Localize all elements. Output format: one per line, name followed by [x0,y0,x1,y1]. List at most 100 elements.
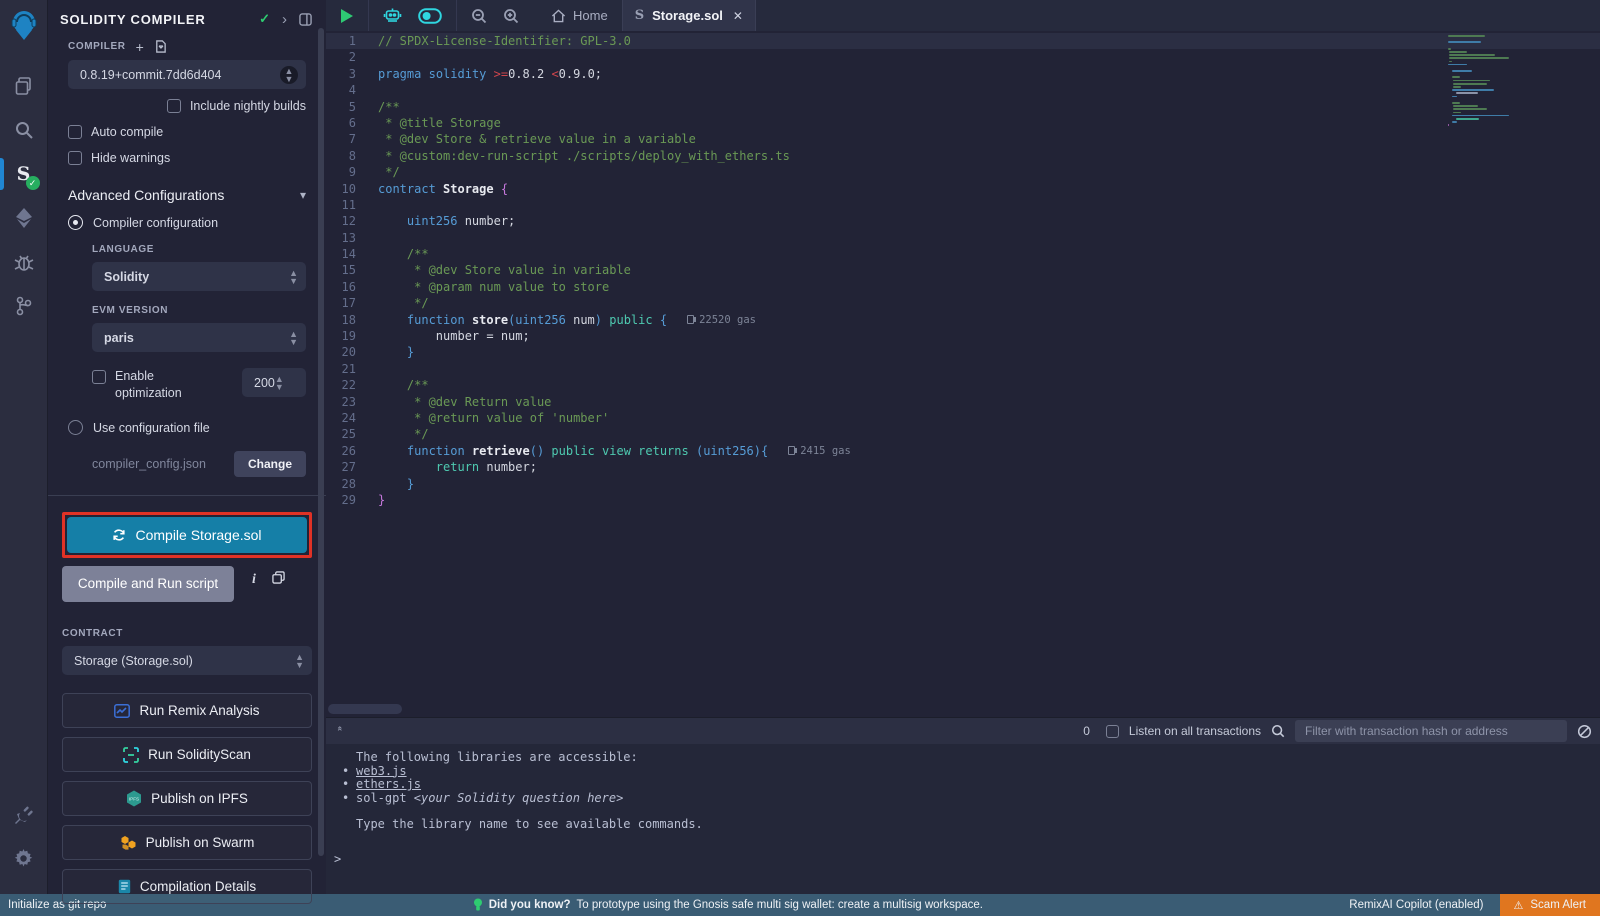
plugin-manager-icon[interactable] [0,792,48,836]
code-line[interactable]: 13 [326,230,1600,246]
code-line[interactable]: 11 [326,197,1600,213]
code-line[interactable]: 4 [326,82,1600,98]
tab-storage-sol[interactable]: S Storage.sol ✕ [622,0,756,31]
code-line[interactable]: 7 * @dev Store & retrieve value in a var… [326,131,1600,147]
code-line[interactable]: 27 return number; [326,459,1600,475]
pin-panel-icon[interactable] [299,13,312,26]
close-tab-icon[interactable]: ✕ [731,7,745,25]
code-line[interactable]: 24 * @return value of 'number' [326,410,1600,426]
code-line[interactable]: 26 function retrieve() public view retur… [326,443,1600,459]
remixai-copilot-status[interactable]: RemixAI Copilot (enabled) [1349,899,1483,911]
evm-version-select[interactable]: paris ▲▼ [92,323,306,352]
solidity-compiler-icon[interactable]: S ✓ [0,152,48,196]
advanced-configurations-toggle[interactable]: Advanced Configurations ▾ [68,187,306,203]
language-value: Solidity [104,270,289,284]
hide-warnings-label: Hide warnings [91,151,170,165]
compile-button[interactable]: Compile Storage.sol [67,517,307,553]
compilation-details-button[interactable]: Compilation Details [62,869,312,904]
auto-compile-checkbox[interactable] [68,125,82,139]
transaction-filter-input[interactable] [1295,720,1567,742]
code-line[interactable]: 1// SPDX-License-Identifier: GPL-3.0 [326,33,1600,49]
minimap-line [1456,118,1479,120]
enable-optimization-checkbox[interactable] [92,370,106,384]
optimization-runs-input[interactable]: 200 ▲▼ [242,368,306,397]
code-line[interactable]: 15 * @dev Store value in variable [326,262,1600,278]
run-solidityscan-button[interactable]: Run SolidityScan [62,737,312,772]
copy-icon[interactable] [272,571,285,589]
add-custom-compiler-icon[interactable]: + [136,42,144,52]
scam-alert-badge[interactable]: ⚠ Scam Alert [1500,894,1600,916]
include-nightly-checkbox[interactable] [167,99,181,113]
file-explorer-icon[interactable] [0,64,48,108]
code-line[interactable]: 6 * @title Storage [326,115,1600,131]
language-select[interactable]: Solidity ▲▼ [92,262,306,291]
compiler-version-select[interactable]: 0.8.19+commit.7dd6d404 ▲▼ [68,60,306,89]
minimap-line [1453,83,1487,85]
line-number: 11 [326,197,378,213]
code-line[interactable]: 2 [326,49,1600,65]
minimap-line [1448,35,1485,37]
terminal-prompt[interactable]: > [334,853,341,867]
terminal-output[interactable]: The following libraries are accessible: … [326,744,1600,894]
use-configuration-file-radio[interactable] [68,420,83,435]
code-line[interactable]: 22 /** [326,377,1600,393]
contract-select[interactable]: Storage (Storage.sol) ▲▼ [62,646,312,675]
remix-logo-icon[interactable] [0,6,48,46]
tab-home[interactable]: Home [537,0,622,31]
stepper-arrows-icon: ▲▼ [275,375,284,391]
code-line[interactable]: 10contract Storage { [326,181,1600,197]
code-line[interactable]: 19 number = num; [326,328,1600,344]
publish-on-swarm-button[interactable]: Publish on Swarm [62,825,312,860]
hide-warnings-checkbox[interactable] [68,151,82,165]
change-config-file-button[interactable]: Change [234,451,306,477]
clear-terminal-icon[interactable] [1577,724,1592,739]
code-line[interactable]: 23 * @dev Return value [326,394,1600,410]
remix-ai-robot-icon[interactable] [375,0,410,31]
minimap-line [1453,105,1478,107]
code-line[interactable]: 21 [326,361,1600,377]
code-line[interactable]: 28 } [326,476,1600,492]
code-line[interactable]: 9 */ [326,164,1600,180]
code-line[interactable]: 14 /** [326,246,1600,262]
ai-toggle-icon[interactable] [410,0,450,31]
ethers-link[interactable]: ethers.js [356,778,421,792]
compiler-configuration-radio[interactable] [68,215,83,230]
code-line[interactable]: 29} [326,492,1600,508]
web3-link[interactable]: web3.js [356,765,407,779]
terminal-list-item: •sol-gpt <your Solidity question here> [342,792,1600,806]
code-line[interactable]: 5/** [326,99,1600,115]
compile-button-label: Compile Storage.sol [135,527,261,543]
terminal-search-icon[interactable] [1271,724,1285,738]
code-line[interactable]: 3pragma solidity >=0.8.2 <0.9.0; [326,66,1600,82]
enable-optimization-label: Enable optimization [115,368,211,402]
minimap-line [1449,51,1467,53]
code-line[interactable]: 8 * @custom:dev-run-script ./scripts/dep… [326,148,1600,164]
expand-terminal-icon[interactable]: ⌃⌃ [336,728,344,735]
zoom-in-icon[interactable] [495,0,527,31]
code-line[interactable]: 12 uint256 number; [326,213,1600,229]
code-editor[interactable]: 1// SPDX-License-Identifier: GPL-3.023pr… [326,31,1600,717]
run-remix-analysis-button[interactable]: Run Remix Analysis [62,693,312,728]
panel-scrollbar[interactable] [318,28,324,856]
open-compiler-file-icon[interactable] [154,40,167,53]
listen-transactions-checkbox[interactable] [1106,725,1119,738]
code-line[interactable]: 16 * @param num value to store [326,279,1600,295]
debugger-icon[interactable] [0,240,48,284]
code-line[interactable]: 18 function store(uint256 num) public {2… [326,312,1600,328]
run-script-play-icon[interactable] [332,0,362,31]
info-icon[interactable]: i [252,572,256,588]
code-line[interactable]: 20 } [326,344,1600,360]
horizontal-scrollbar[interactable] [328,704,402,714]
deploy-and-run-icon[interactable] [0,196,48,240]
git-icon[interactable] [0,284,48,328]
search-icon[interactable] [0,108,48,152]
action-label: Publish on Swarm [146,835,255,850]
zoom-out-icon[interactable] [463,0,495,31]
editor-minimap[interactable] [1448,35,1540,127]
publish-on-ipfs-button[interactable]: IPFS Publish on IPFS [62,781,312,816]
chevron-right-icon[interactable]: › [282,11,287,28]
settings-gear-icon[interactable] [0,836,48,880]
advanced-configurations-title: Advanced Configurations [68,187,300,203]
code-line[interactable]: 17 */ [326,295,1600,311]
code-line[interactable]: 25 */ [326,426,1600,442]
